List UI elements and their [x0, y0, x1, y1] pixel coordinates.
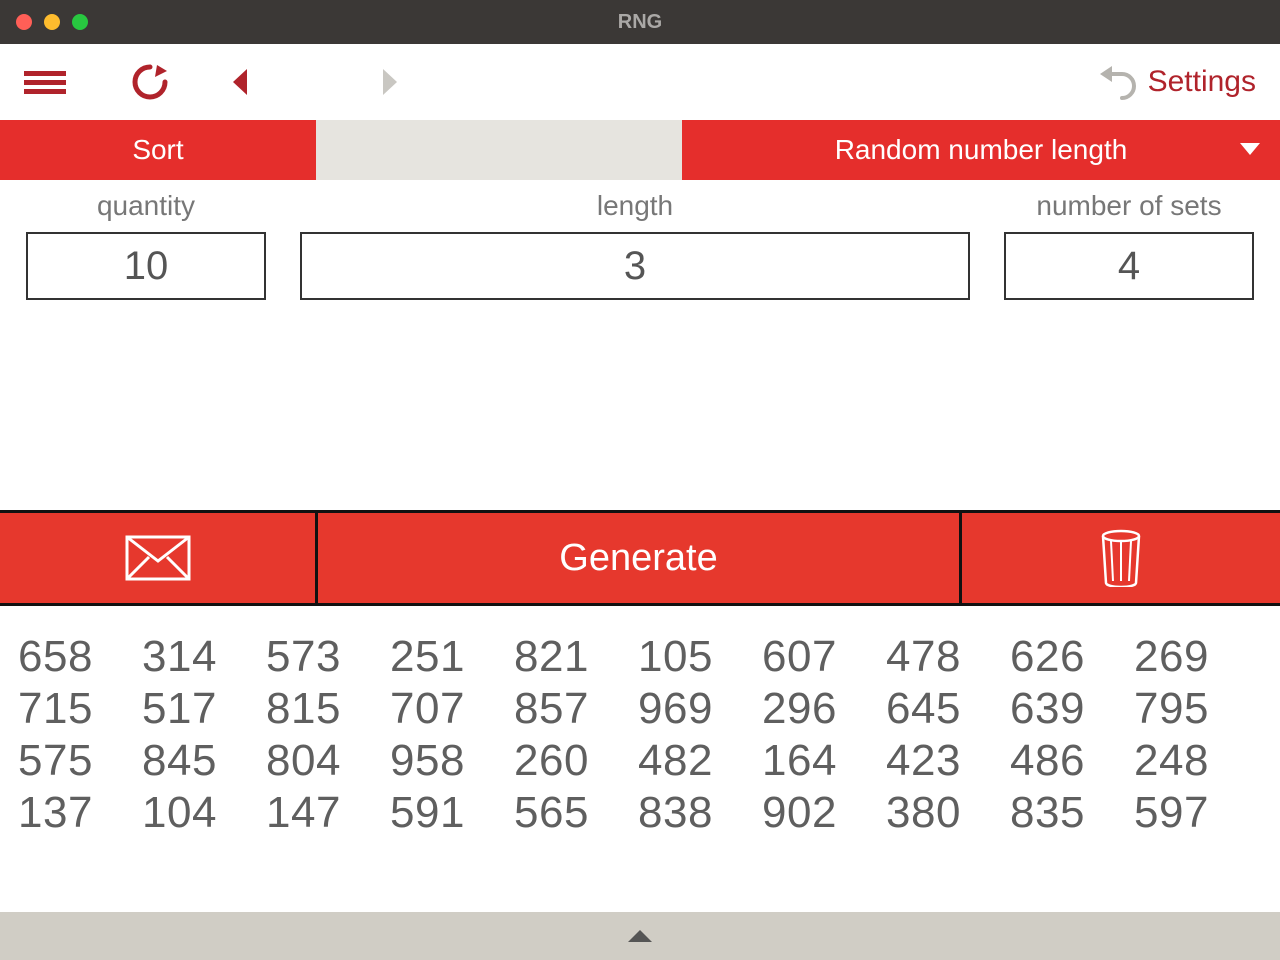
result-cell: 575 [18, 736, 142, 786]
window-title: RNG [0, 11, 1280, 34]
result-cell: 845 [142, 736, 266, 786]
tab-rnl-label: Random number length [835, 134, 1128, 166]
sets-label: number of sets [1036, 190, 1221, 222]
result-cell: 958 [390, 736, 514, 786]
result-cell: 482 [638, 736, 762, 786]
result-cell: 380 [886, 788, 1010, 838]
result-cell: 658 [18, 632, 142, 682]
quantity-label: quantity [97, 190, 195, 222]
chevron-down-icon [1240, 143, 1260, 157]
quantity-field: quantity [16, 190, 276, 300]
sets-field: number of sets [994, 190, 1264, 300]
trash-icon [1099, 529, 1143, 587]
result-cell: 260 [514, 736, 638, 786]
parameters-row: quantity length number of sets [0, 180, 1280, 300]
result-cell: 486 [1010, 736, 1134, 786]
result-cell: 104 [142, 788, 266, 838]
menu-icon [24, 69, 66, 95]
bottom-drawer-handle[interactable] [0, 912, 1280, 960]
result-cell: 565 [514, 788, 638, 838]
triangle-up-icon [626, 928, 654, 944]
result-cell: 857 [514, 684, 638, 734]
mail-icon [125, 535, 191, 581]
result-cell: 164 [762, 736, 886, 786]
length-input[interactable] [300, 232, 970, 300]
length-label: length [597, 190, 673, 222]
result-cell: 105 [638, 632, 762, 682]
action-bar: Generate [0, 510, 1280, 606]
toolbar: Settings [0, 44, 1280, 120]
sets-input[interactable] [1004, 232, 1254, 300]
triangle-left-icon [229, 67, 251, 97]
result-cell: 517 [142, 684, 266, 734]
quantity-input[interactable] [26, 232, 266, 300]
back-button[interactable] [200, 44, 280, 120]
length-field: length [276, 190, 994, 300]
result-cell: 478 [886, 632, 1010, 682]
generate-label: Generate [559, 537, 717, 580]
result-cell: 137 [18, 788, 142, 838]
menu-button[interactable] [10, 44, 80, 120]
result-cell: 626 [1010, 632, 1134, 682]
result-cell: 147 [266, 788, 390, 838]
close-window-button[interactable] [16, 14, 32, 30]
triangle-right-icon [379, 67, 401, 97]
result-cell: 607 [762, 632, 886, 682]
result-row: 715517815707857969296645639795 [18, 684, 1262, 734]
result-cell: 902 [762, 788, 886, 838]
result-cell: 835 [1010, 788, 1134, 838]
results-area: 6583145732518211056074786262697155178157… [0, 612, 1280, 912]
result-cell: 248 [1134, 736, 1258, 786]
clear-button[interactable] [962, 513, 1280, 603]
result-cell: 269 [1134, 632, 1258, 682]
refresh-button[interactable] [110, 44, 190, 120]
generate-button[interactable]: Generate [318, 513, 962, 603]
result-cell: 251 [390, 632, 514, 682]
mode-tabbar: Sort Random number length [0, 120, 1280, 180]
result-row: 658314573251821105607478626269 [18, 632, 1262, 682]
result-cell: 838 [638, 788, 762, 838]
undo-icon [1098, 64, 1138, 100]
minimize-window-button[interactable] [44, 14, 60, 30]
result-cell: 597 [1134, 788, 1258, 838]
result-cell: 591 [390, 788, 514, 838]
fullscreen-window-button[interactable] [72, 14, 88, 30]
result-cell: 795 [1134, 684, 1258, 734]
share-mail-button[interactable] [0, 513, 318, 603]
settings-link[interactable]: Settings [1148, 65, 1256, 99]
window-controls [16, 14, 88, 30]
result-cell: 639 [1010, 684, 1134, 734]
result-row: 575845804958260482164423486248 [18, 736, 1262, 786]
window-titlebar: RNG [0, 0, 1280, 44]
undo-button[interactable] [1088, 44, 1148, 120]
result-cell: 423 [886, 736, 1010, 786]
result-row: 137104147591565838902380835597 [18, 788, 1262, 838]
result-cell: 296 [762, 684, 886, 734]
result-cell: 815 [266, 684, 390, 734]
result-cell: 969 [638, 684, 762, 734]
tab-blank[interactable] [316, 120, 682, 180]
tab-random-number-length[interactable]: Random number length [682, 120, 1280, 180]
result-cell: 573 [266, 632, 390, 682]
result-cell: 707 [390, 684, 514, 734]
tab-sort[interactable]: Sort [0, 120, 316, 180]
tab-sort-label: Sort [132, 134, 183, 166]
result-cell: 715 [18, 684, 142, 734]
forward-button[interactable] [350, 44, 430, 120]
result-cell: 645 [886, 684, 1010, 734]
result-cell: 314 [142, 632, 266, 682]
result-cell: 804 [266, 736, 390, 786]
result-cell: 821 [514, 632, 638, 682]
refresh-icon [129, 61, 171, 103]
